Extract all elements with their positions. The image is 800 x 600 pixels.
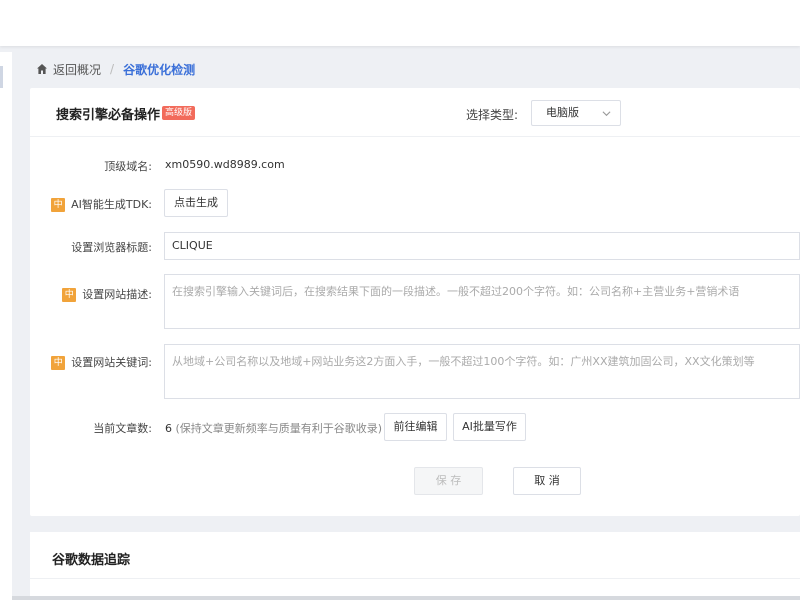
article-count-hint: (保持文章更新频率与质量有利于谷歌收录)	[175, 422, 383, 435]
breadcrumb-back-link[interactable]: 返回概况	[53, 61, 101, 78]
keywords-label-group: 中设置网站关键词:	[51, 354, 152, 370]
keywords-textarea[interactable]: 从地域+公司名称以及地域+网站业务这2方面入手，一般不超过100个字符。如：广州…	[164, 344, 800, 399]
type-select-value: 电脑版	[546, 106, 579, 119]
breadcrumb-current: 谷歌优化检测	[123, 62, 196, 77]
seo-operations-panel: 搜索引擎必备操作 高级版 选择类型: 电脑版 顶级域名: xm0590.wd89…	[30, 88, 800, 516]
chevron-down-icon	[602, 111, 611, 117]
sidebar-scroll-indicator	[0, 66, 3, 88]
description-label-group: 中设置网站描述:	[62, 286, 152, 302]
breadcrumb: 返回概况 / 谷歌优化检测	[36, 60, 195, 78]
pro-badge: 高级版	[162, 106, 196, 120]
panel-title: 搜索引擎必备操作	[56, 108, 161, 123]
keywords-placeholder: 从地域+公司名称以及地域+网站业务这2方面入手，一般不超过100个字符。如：广州…	[172, 355, 755, 368]
go-edit-button[interactable]: 前往编辑	[384, 413, 447, 441]
sidebar-edge	[0, 52, 12, 600]
zh-badge: 中	[51, 356, 66, 370]
generate-tdk-button[interactable]: 点击生成	[164, 189, 228, 217]
home-icon	[37, 64, 47, 74]
zh-badge: 中	[51, 198, 66, 212]
top-bar	[0, 0, 800, 46]
breadcrumb-separator: /	[110, 62, 115, 76]
zh-badge: 中	[62, 288, 77, 302]
ai-batch-write-button[interactable]: AI批量写作	[453, 413, 526, 441]
type-label: 选择类型:	[466, 108, 519, 122]
description-textarea[interactable]: 在搜索引擎输入关键词后，在搜索结果下面的一段描述。一般不超过200个字符。如：公…	[164, 274, 800, 329]
domain-label: 顶级域名:	[104, 160, 152, 173]
browser-title-input[interactable]: CLIQUE	[164, 232, 800, 260]
tdk-label: AI智能生成TDK:	[71, 198, 152, 211]
domain-value: xm0590.wd8989.com	[165, 158, 285, 171]
google-tracking-panel: 谷歌数据追踪	[30, 532, 800, 600]
description-label: 设置网站描述:	[82, 288, 152, 301]
description-placeholder: 在搜索引擎输入关键词后，在搜索结果下面的一段描述。一般不超过200个字符。如：公…	[172, 285, 740, 298]
article-count-group: 6 (保持文章更新频率与质量有利于谷歌收录)	[165, 420, 382, 436]
keywords-label: 设置网站关键词:	[71, 356, 152, 369]
type-select[interactable]: 电脑版	[531, 100, 621, 126]
tdk-label-group: 中 AI智能生成TDK:	[51, 196, 152, 212]
horizontal-scrollbar[interactable]	[12, 596, 800, 600]
save-button[interactable]: 保 存	[414, 467, 483, 495]
article-count-value: 6	[165, 422, 172, 435]
tracking-panel-title: 谷歌数据追踪	[52, 553, 131, 568]
article-count-label: 当前文章数:	[93, 422, 152, 435]
panel-header: 搜索引擎必备操作 高级版 选择类型: 电脑版	[30, 88, 800, 137]
browser-title-label: 设置浏览器标题:	[71, 241, 152, 254]
divider	[30, 578, 800, 579]
cancel-button[interactable]: 取 消	[513, 467, 581, 495]
